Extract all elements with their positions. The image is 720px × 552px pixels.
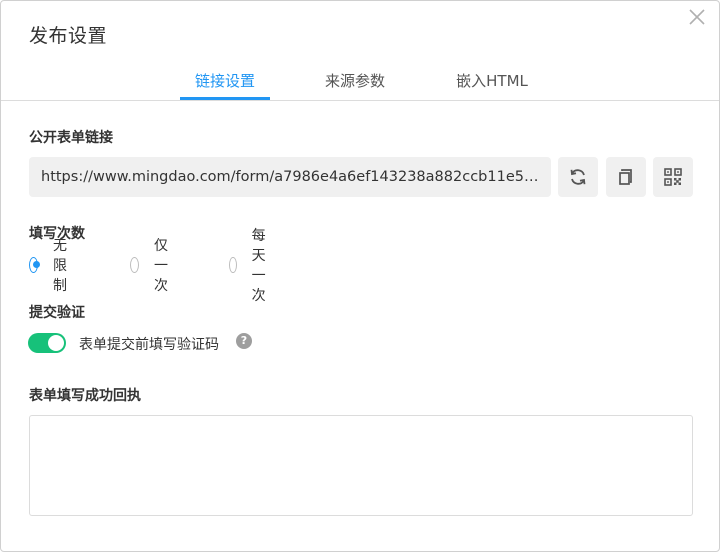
- radio-circle: [130, 257, 139, 273]
- radio-unlimited[interactable]: 无限制: [29, 238, 74, 294]
- radio-label: 仅一次: [154, 238, 168, 294]
- radio-once[interactable]: 仅一次: [130, 238, 175, 294]
- captcha-toggle[interactable]: [28, 333, 66, 353]
- radio-label: 每天一次: [251, 228, 266, 304]
- verification-label: 提交验证: [29, 305, 85, 321]
- radio-circle: [29, 257, 40, 273]
- publish-settings-dialog: 发布设置 链接设置 来源参数 嵌入HTML 公开表单链接 https://www…: [0, 0, 720, 552]
- copy-icon: [619, 169, 632, 185]
- close-icon: [689, 9, 705, 25]
- refresh-icon: [570, 169, 586, 185]
- qr-code-button[interactable]: [653, 157, 693, 197]
- tab-link-settings[interactable]: 链接设置: [180, 70, 270, 100]
- radio-once-daily[interactable]: 每天一次: [229, 228, 274, 304]
- close-button[interactable]: [687, 7, 707, 27]
- public-link-url[interactable]: https://www.mingdao.com/form/a7986e4a6ef…: [29, 157, 551, 197]
- tab-embed-html[interactable]: 嵌入HTML: [453, 70, 531, 100]
- radio-label: 无限制: [53, 238, 67, 294]
- receipt-label: 表单填写成功回执: [29, 388, 141, 404]
- dialog-title: 发布设置: [29, 25, 108, 47]
- tab-bar: 链接设置 来源参数 嵌入HTML: [1, 67, 719, 101]
- help-icon[interactable]: ?: [236, 333, 252, 349]
- copy-link-button[interactable]: [606, 157, 646, 197]
- captcha-toggle-label: 表单提交前填写验证码: [79, 337, 219, 353]
- receipt-textarea[interactable]: [29, 415, 693, 516]
- public-link-label: 公开表单链接: [29, 130, 113, 146]
- radio-circle: [229, 257, 237, 273]
- tab-source-params[interactable]: 来源参数: [323, 70, 387, 100]
- qr-code-icon: [664, 168, 682, 186]
- refresh-link-button[interactable]: [558, 157, 598, 197]
